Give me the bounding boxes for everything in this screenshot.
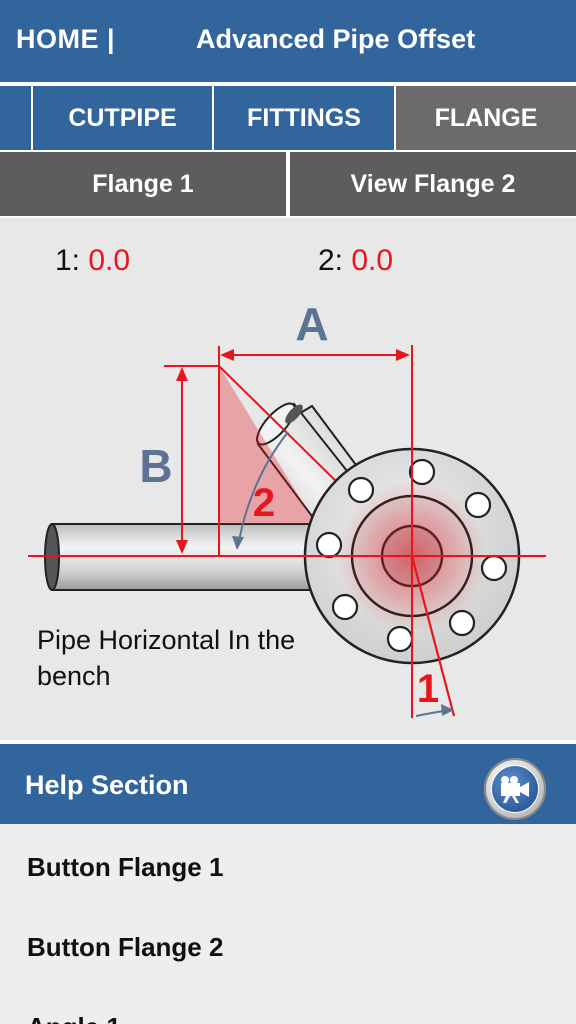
help-section-header[interactable]: Help Section bbox=[0, 740, 576, 824]
dimension-a-arrow-left bbox=[220, 349, 234, 361]
diagram-caption: Pipe Horizontal In the bench bbox=[37, 625, 296, 691]
angle-1-label: 1 bbox=[417, 667, 439, 711]
video-button-face bbox=[492, 766, 538, 812]
dimension-a-arrow-right bbox=[396, 349, 410, 361]
main-tabs: CUTPIPE FITTINGS FLANGE bbox=[0, 84, 576, 152]
tab-cutpipe[interactable]: CUTPIPE bbox=[33, 86, 212, 150]
dimension-b-arrow-top bbox=[176, 367, 188, 381]
video-camera-icon[interactable] bbox=[484, 758, 546, 820]
video-camera-glyph bbox=[501, 776, 529, 803]
flange-1-button[interactable]: Flange 1 bbox=[0, 152, 286, 216]
angle-2-label: 2 bbox=[253, 481, 275, 525]
view-flange-2-button[interactable]: View Flange 2 bbox=[290, 152, 576, 216]
app-header: HOME | Advanced Pipe Offset bbox=[0, 0, 576, 84]
tab-overflow-left[interactable] bbox=[0, 86, 31, 150]
help-item-button-flange-2[interactable]: Button Flange 2 bbox=[27, 932, 223, 963]
dimension-b-label: B bbox=[139, 440, 172, 492]
help-list: Button Flange 1 Button Flange 2 Angle 1 bbox=[0, 824, 576, 1024]
help-item-button-flange-1[interactable]: Button Flange 1 bbox=[27, 852, 223, 883]
home-button[interactable]: HOME | bbox=[16, 24, 115, 55]
tab-flange[interactable]: FLANGE bbox=[396, 86, 576, 150]
dimension-a-label: A bbox=[295, 298, 328, 350]
help-section-title: Help Section bbox=[25, 770, 189, 800]
tab-fittings[interactable]: FITTINGS bbox=[214, 86, 394, 150]
page-title: Advanced Pipe Offset bbox=[196, 24, 476, 54]
flange-subtabs: Flange 1 View Flange 2 bbox=[0, 152, 576, 218]
help-item-angle-1[interactable]: Angle 1 bbox=[27, 1012, 121, 1024]
